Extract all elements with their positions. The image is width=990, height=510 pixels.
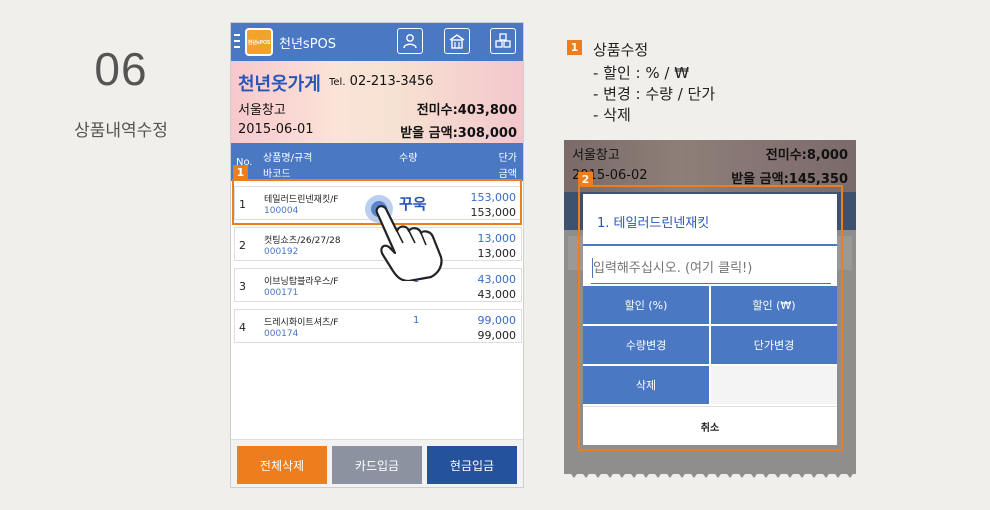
edit-item-dialog: 1. 테일러드린넨재킷 할인 (%) 할인 (₩) 수량변경 단가변경 삭제 취… bbox=[583, 194, 837, 445]
discount-percent-button[interactable]: 할인 (%) bbox=[583, 286, 709, 324]
warehouse-label: 서울창고 bbox=[238, 103, 286, 118]
bottom-action-bar: 전체삭제 카드입금 현금입금 bbox=[231, 439, 523, 487]
menu-icon[interactable] bbox=[234, 34, 240, 48]
change-qty-button[interactable]: 수량변경 bbox=[583, 326, 709, 364]
store-name: 천년옷가게 bbox=[238, 74, 321, 95]
step-title: 상품내역수정 bbox=[74, 121, 168, 141]
cancel-button[interactable]: 취소 bbox=[583, 406, 837, 445]
change-price-button[interactable]: 단가변경 bbox=[711, 326, 837, 364]
app-bar: 천년sPOS 천년sPOS bbox=[231, 23, 523, 61]
app-logo: 천년sPOS bbox=[245, 28, 273, 56]
boxes-icon[interactable] bbox=[490, 28, 516, 54]
col-price: 단가 bbox=[498, 153, 517, 164]
note-line-change: - 변경 : 수량 / 단가 bbox=[593, 85, 716, 103]
person-icon[interactable] bbox=[397, 28, 423, 54]
card-payment-button[interactable]: 카드입금 bbox=[332, 446, 422, 484]
step-badge-2: 2 bbox=[578, 172, 593, 187]
col-qty: 수량 bbox=[399, 153, 418, 164]
note-line-delete: - 삭제 bbox=[593, 106, 631, 124]
dialog-divider bbox=[583, 244, 837, 246]
dialog-title: 1. 테일러드린넨재킷 bbox=[597, 216, 710, 231]
note-line-discount: - 할인 : % / ₩ bbox=[593, 64, 690, 82]
preview-warehouse: 서울창고 bbox=[572, 148, 620, 163]
customer-header: 천년옷가게 Tel. 02-213-3456 서울창고 전미수:403,800 … bbox=[231, 61, 523, 143]
delete-all-button[interactable]: 전체삭제 bbox=[237, 446, 327, 484]
store-tel: Tel. 02-213-3456 bbox=[329, 74, 434, 89]
cash-payment-button[interactable]: 현금입금 bbox=[427, 446, 517, 484]
app-title: 천년sPOS bbox=[279, 37, 337, 52]
discount-won-button[interactable]: 할인 (₩) bbox=[711, 286, 837, 324]
col-barcode: 바코드 bbox=[263, 169, 291, 180]
empty-cell bbox=[711, 366, 837, 404]
table-header: No. 상품명/규격 바코드 수량 단가 금액 bbox=[231, 143, 523, 181]
preview-prev-unpaid: 전미수:8,000 bbox=[765, 148, 848, 163]
tap-gesture-label: 꾸욱 bbox=[399, 195, 427, 213]
receivable-amount: 받을 금액:308,000 bbox=[400, 126, 517, 141]
building-icon[interactable] bbox=[444, 28, 470, 54]
table-row[interactable]: 4 드레시화이트셔츠/F 000174 1 99,000 99,000 bbox=[234, 309, 522, 343]
col-amount: 금액 bbox=[498, 169, 517, 180]
torn-edge bbox=[564, 466, 856, 478]
delete-button[interactable]: 삭제 bbox=[583, 366, 709, 404]
note-title: 상품수정 bbox=[593, 41, 649, 59]
step-number: 06 bbox=[94, 43, 148, 95]
prev-unpaid: 전미수:403,800 bbox=[416, 103, 517, 118]
phone-screen: 천년sPOS 천년sPOS 천년옷가게 Tel. 02-213-3456 서울창… bbox=[230, 22, 524, 488]
text-cursor bbox=[592, 258, 593, 278]
sale-date: 2015-06-01 bbox=[238, 122, 314, 137]
note-badge-1: 1 bbox=[567, 40, 582, 55]
value-input[interactable] bbox=[591, 254, 831, 284]
col-name: 상품명/규격 bbox=[263, 153, 313, 164]
step-badge-1: 1 bbox=[233, 165, 248, 180]
